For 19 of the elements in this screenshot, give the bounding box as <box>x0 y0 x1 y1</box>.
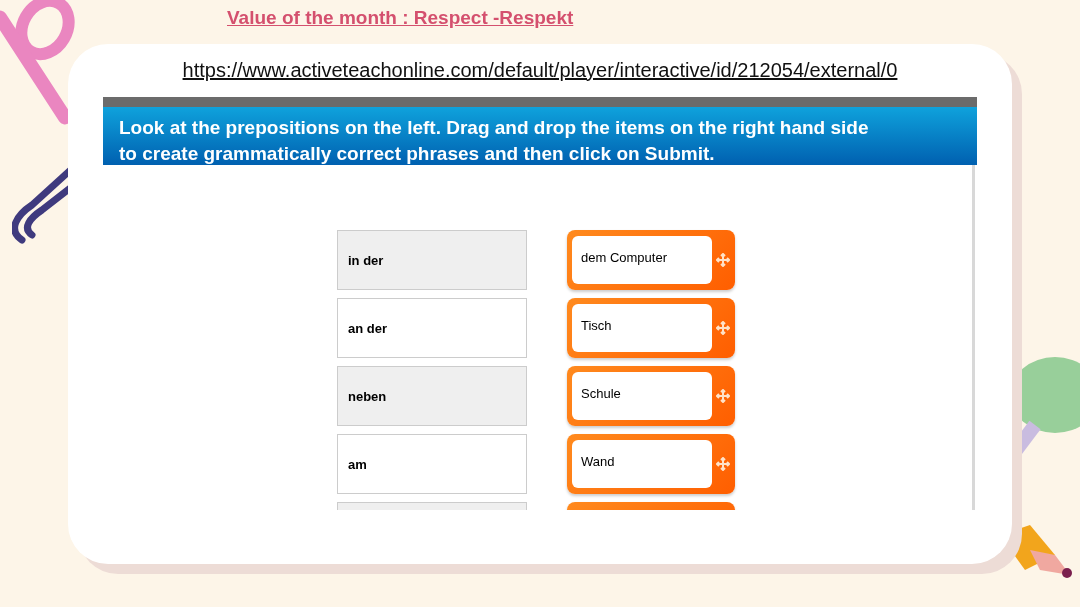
instructions-text: Look at the prepositions on the left. Drag and drop the items on the right hand side to create grammatically correct phrases and then click on Submit. <box>119 116 870 166</box>
preposition-box: am <box>337 434 527 494</box>
move-icon <box>716 389 730 403</box>
preposition-box: an der <box>337 298 527 358</box>
preposition-box: in der <box>337 230 527 290</box>
slide-title: Value of the month : Respect -Respekt <box>227 7 574 28</box>
move-icon <box>716 253 730 267</box>
url-link[interactable]: https://www.activeteachonline.com/default/player/interactive/id/212054/external/0 <box>182 59 898 82</box>
tile-label: dem Computer <box>572 236 712 284</box>
tile-label: Schule <box>572 372 712 420</box>
draggable-tile[interactable]: Schule <box>567 366 735 426</box>
draggable-tile[interactable]: Wand <box>567 434 735 494</box>
draggable-tile[interactable]: Tisch <box>567 298 735 358</box>
move-icon <box>716 321 730 335</box>
tile-label: Wand <box>572 440 712 488</box>
draggable-tile[interactable]: dem Computer <box>567 230 735 290</box>
move-icon <box>716 457 730 471</box>
preposition-box: neben <box>337 366 527 426</box>
tile-label: Tisch <box>572 304 712 352</box>
